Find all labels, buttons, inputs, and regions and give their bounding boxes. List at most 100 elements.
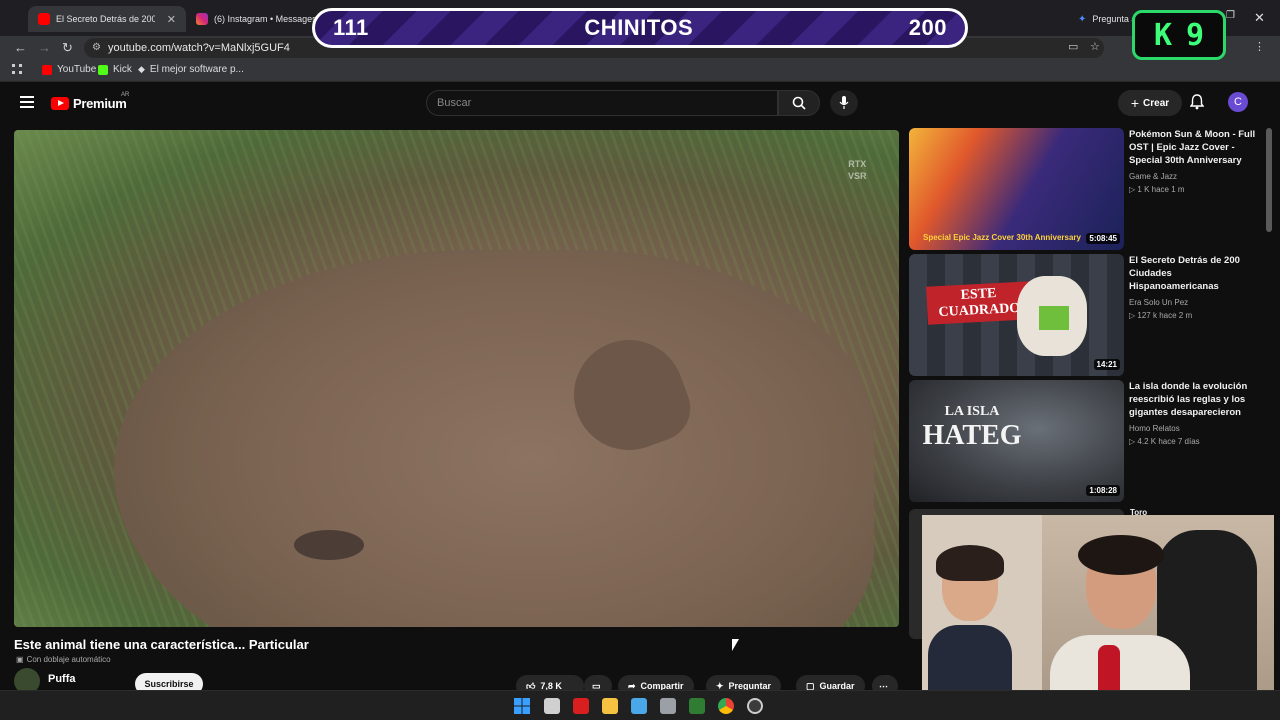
recommendation-meta: ▷ 127 k hace 2 m bbox=[1129, 311, 1192, 320]
recommendation-item[interactable]: ESTE CUADRADO 14:21 El Secreto Detrás de… bbox=[909, 254, 1259, 376]
notifications-button[interactable] bbox=[1190, 94, 1204, 110]
gemini-icon: ✦ bbox=[1078, 13, 1087, 25]
site-settings-icon[interactable]: ⚙ bbox=[92, 42, 101, 53]
microphone-icon bbox=[839, 96, 849, 109]
voice-search-button[interactable] bbox=[830, 90, 858, 116]
avatar-letter: C bbox=[1234, 96, 1242, 108]
create-label: Crear bbox=[1143, 97, 1170, 109]
spreadsheet-icon[interactable] bbox=[689, 698, 705, 714]
menu-dots-icon[interactable]: ⋮ bbox=[1254, 40, 1265, 53]
watermark-line-2: VSR bbox=[848, 171, 867, 181]
region-code: AR bbox=[121, 92, 130, 98]
k-letter: K bbox=[1153, 17, 1172, 53]
restore-icon[interactable]: ❐ bbox=[1226, 10, 1235, 21]
duration-badge: 14:21 bbox=[1093, 359, 1120, 370]
logo-text: Premium bbox=[73, 96, 127, 111]
recommendation-title[interactable]: El Secreto Detrás de 200 Ciudades Hispan… bbox=[1129, 254, 1259, 293]
app-l-icon[interactable] bbox=[573, 698, 589, 714]
k-number: 9 bbox=[1186, 17, 1205, 53]
close-tab-icon[interactable]: ✕ bbox=[167, 13, 176, 26]
recommendation-thumbnail[interactable]: ESTE CUADRADO 14:21 bbox=[909, 254, 1124, 376]
bookmarks-bar: YouTube Kick ◆ El mejor software p... bbox=[0, 60, 1280, 82]
play-icon: ▷ bbox=[1129, 437, 1136, 446]
url-text: youtube.com/watch?v=MaNlxj5GUF4 bbox=[108, 42, 290, 54]
bookmark-youtube[interactable]: YouTube bbox=[42, 64, 96, 75]
hamburger-menu-icon[interactable] bbox=[20, 96, 34, 108]
watermark-line-1: RTX bbox=[848, 159, 867, 169]
recommendation-item[interactable]: Special Epic Jazz Cover 30th Anniversary… bbox=[909, 128, 1259, 250]
kick-icon bbox=[98, 64, 108, 75]
file-explorer-icon[interactable] bbox=[602, 698, 618, 714]
recommendation-item[interactable]: LA ISLA HATEG 1:08:28 La isla donde la e… bbox=[909, 380, 1259, 502]
recommendation-meta: ▷ 1 K hace 1 m bbox=[1129, 185, 1185, 194]
recommendation-channel[interactable]: Homo Relatos bbox=[1129, 424, 1180, 433]
play-icon: ▷ bbox=[1129, 311, 1136, 320]
cast-icon[interactable]: ▭ bbox=[1068, 40, 1078, 53]
recommendation-title[interactable]: La isla donde la evolución reescribió la… bbox=[1129, 380, 1259, 419]
youtube-icon bbox=[38, 13, 50, 25]
search-box[interactable] bbox=[426, 90, 778, 116]
create-button[interactable]: + Crear bbox=[1118, 90, 1182, 116]
mouse-cursor bbox=[732, 639, 739, 651]
dub-icon: ▣ bbox=[16, 655, 24, 664]
view-count: 127 k bbox=[1137, 311, 1157, 320]
bookmark-label: YouTube bbox=[57, 64, 97, 75]
recommendation-channel[interactable]: Era Solo Un Pez bbox=[1129, 298, 1188, 307]
play-icon: ▷ bbox=[1129, 185, 1136, 194]
instagram-icon bbox=[196, 13, 208, 25]
close-window-icon[interactable]: ✕ bbox=[1254, 10, 1265, 26]
recommendation-title[interactable]: Pokémon Sun & Moon - Full OST | Epic Jaz… bbox=[1129, 128, 1259, 167]
reload-icon[interactable]: ↻ bbox=[62, 40, 73, 56]
channel-row: Puffa bbox=[14, 668, 76, 694]
tab-gemini[interactable]: ✦ Pregunta a bbox=[1068, 6, 1138, 32]
upload-age: hace 2 m bbox=[1159, 311, 1193, 320]
thumbnail-text-small: LA ISLA bbox=[944, 404, 1000, 419]
search-input[interactable] bbox=[437, 97, 777, 109]
youtube-play-icon bbox=[51, 97, 69, 110]
score-right: 200 bbox=[908, 15, 947, 40]
back-icon[interactable]: ← bbox=[14, 40, 27, 55]
tab-instagram[interactable]: (6) Instagram • Messages bbox=[186, 6, 317, 32]
mail-icon[interactable] bbox=[631, 698, 647, 714]
screen: El Secreto Detrás de 200 Ciuda ✕ (6) Ins… bbox=[0, 0, 1280, 720]
apps-grid-icon[interactable] bbox=[12, 64, 22, 74]
dub-text: Con doblaje automático bbox=[26, 655, 111, 664]
account-avatar[interactable]: C bbox=[1228, 92, 1248, 112]
recommendation-channel[interactable]: Game & Jazz bbox=[1129, 172, 1177, 181]
sidebar-scrollbar[interactable] bbox=[1266, 128, 1272, 232]
tab-label: (6) Instagram • Messages bbox=[214, 14, 317, 24]
forward-icon[interactable]: → bbox=[38, 40, 51, 55]
youtube-icon bbox=[42, 64, 52, 75]
recommendation-meta: ▷ 4.2 K hace 7 días bbox=[1129, 437, 1200, 446]
thumbnail-text-big: HATEG bbox=[922, 420, 1022, 451]
video-frame-eye bbox=[294, 530, 364, 560]
search-button[interactable] bbox=[778, 90, 820, 116]
thumbnail-title: LA ISLA HATEG bbox=[917, 404, 1027, 452]
channel-name[interactable]: Puffa bbox=[48, 673, 76, 685]
thumbnail-text: Special Epic Jazz Cover 30th Anniversary bbox=[923, 233, 1081, 242]
calculator-icon[interactable] bbox=[660, 698, 676, 714]
tab-label: El Secreto Detrás de 200 Ciuda bbox=[56, 14, 155, 24]
bookmark-kick[interactable]: Kick bbox=[98, 64, 132, 75]
video-title: Este animal tiene una característica... … bbox=[14, 637, 309, 652]
start-icon[interactable] bbox=[514, 698, 530, 714]
tab-youtube[interactable]: El Secreto Detrás de 200 Ciuda ✕ bbox=[28, 6, 186, 32]
bookmark-star-icon[interactable]: ☆ bbox=[1090, 40, 1100, 53]
upload-age: hace 7 días bbox=[1158, 437, 1200, 446]
recommendation-thumbnail[interactable]: LA ISLA HATEG 1:08:28 bbox=[909, 380, 1124, 502]
task-view-icon[interactable] bbox=[544, 698, 560, 714]
recommendation-thumbnail[interactable]: Special Epic Jazz Cover 30th Anniversary… bbox=[909, 128, 1124, 250]
view-count: 1 K bbox=[1137, 185, 1150, 194]
diamond-icon: ◆ bbox=[138, 64, 145, 74]
bookmark-software[interactable]: ◆ El mejor software p... bbox=[138, 64, 244, 75]
duration-badge: 1:08:28 bbox=[1086, 485, 1120, 496]
windows-taskbar bbox=[0, 690, 1280, 720]
video-player[interactable] bbox=[14, 130, 899, 627]
chrome-icon[interactable] bbox=[718, 698, 734, 714]
youtube-header: Premium AR + Crear C bbox=[0, 82, 1280, 126]
bookmark-label: Kick bbox=[113, 64, 132, 75]
obs-icon[interactable] bbox=[747, 698, 763, 714]
thumbnail-map-shape bbox=[1017, 276, 1087, 356]
plus-icon: + bbox=[1130, 95, 1140, 111]
youtube-premium-logo[interactable]: Premium AR bbox=[51, 92, 129, 111]
